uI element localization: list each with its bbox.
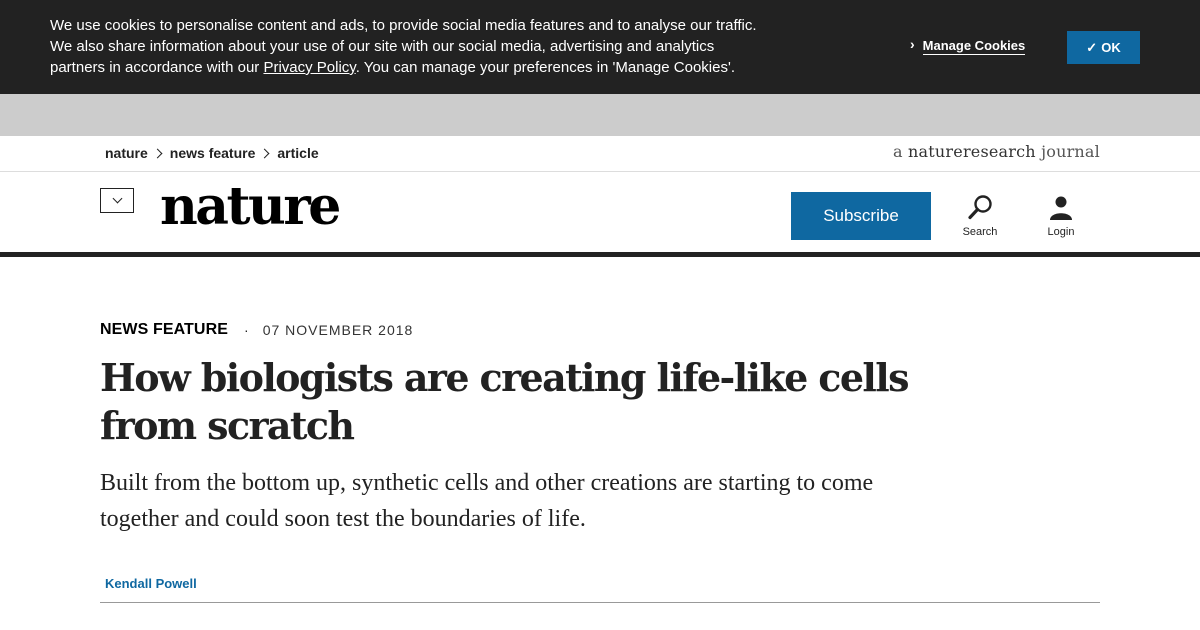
- article-type: NEWS FEATURE: [100, 321, 229, 338]
- cookie-text-line3-start: partners in accordance with our: [50, 59, 264, 76]
- chevron-right-icon: ›: [910, 36, 915, 52]
- journal-tag-prefix: a: [893, 142, 909, 161]
- login-button[interactable]: Login: [1031, 194, 1091, 238]
- privacy-policy-link[interactable]: Privacy Policy: [263, 59, 355, 76]
- check-icon: ✓: [1086, 39, 1098, 55]
- header-divider: [0, 252, 1200, 257]
- breadcrumb: nature news feature article: [105, 145, 319, 161]
- meta-separator: ·: [244, 322, 249, 338]
- author-divider: [100, 602, 1100, 603]
- manage-cookies-link[interactable]: › Manage Cookies: [910, 36, 1026, 55]
- natureresearch-journal-tag[interactable]: a natureresearch journal: [893, 142, 1100, 161]
- subscribe-button[interactable]: Subscribe: [791, 192, 931, 240]
- cookie-message: We use cookies to personalise content an…: [50, 15, 770, 78]
- breadcrumb-bar: nature news feature article a naturerese…: [0, 136, 1200, 172]
- chevron-right-icon: [152, 148, 163, 158]
- cookie-text-line2: We also share information about your use…: [50, 38, 715, 55]
- user-icon: [1050, 196, 1072, 220]
- nature-logo[interactable]: nature: [160, 176, 341, 238]
- article-standfirst: Built from the bottom up, synthetic cell…: [100, 470, 874, 532]
- journal-tag-brand: natureresearch: [908, 142, 1036, 161]
- ok-label: OK: [1101, 40, 1121, 55]
- article-title: How biologists are creating life-like ce…: [100, 355, 909, 448]
- chevron-down-icon: [112, 193, 122, 204]
- breadcrumb-item-article: article: [277, 145, 319, 161]
- journal-tag-suffix: journal: [1035, 142, 1100, 161]
- article-meta: NEWS FEATURE · 07 NOVEMBER 2018: [100, 321, 413, 339]
- search-icon: [968, 195, 992, 220]
- article-date: 07 NOVEMBER 2018: [262, 322, 414, 338]
- ad-placeholder: [0, 94, 1200, 136]
- breadcrumb-item-nature[interactable]: nature: [105, 145, 148, 161]
- cookie-ok-button[interactable]: ✓ OK: [1067, 31, 1140, 64]
- cookie-banner: We use cookies to personalise content an…: [0, 0, 1200, 94]
- cookie-text-line1: We use cookies to personalise content an…: [50, 17, 757, 34]
- site-header: nature Subscribe Search Login: [0, 172, 1200, 252]
- login-label: Login: [1047, 226, 1075, 238]
- breadcrumb-item-news-feature[interactable]: news feature: [170, 145, 256, 161]
- cookie-text-line3-end: . You can manage your preferences in 'Ma…: [355, 59, 736, 76]
- menu-toggle-button[interactable]: [100, 188, 134, 213]
- chevron-right-icon: [259, 148, 270, 158]
- search-button[interactable]: Search: [950, 194, 1010, 238]
- author-link[interactable]: Kendall Powell: [105, 576, 197, 591]
- search-label: Search: [962, 226, 998, 238]
- manage-cookies-label: Manage Cookies: [922, 38, 1026, 55]
